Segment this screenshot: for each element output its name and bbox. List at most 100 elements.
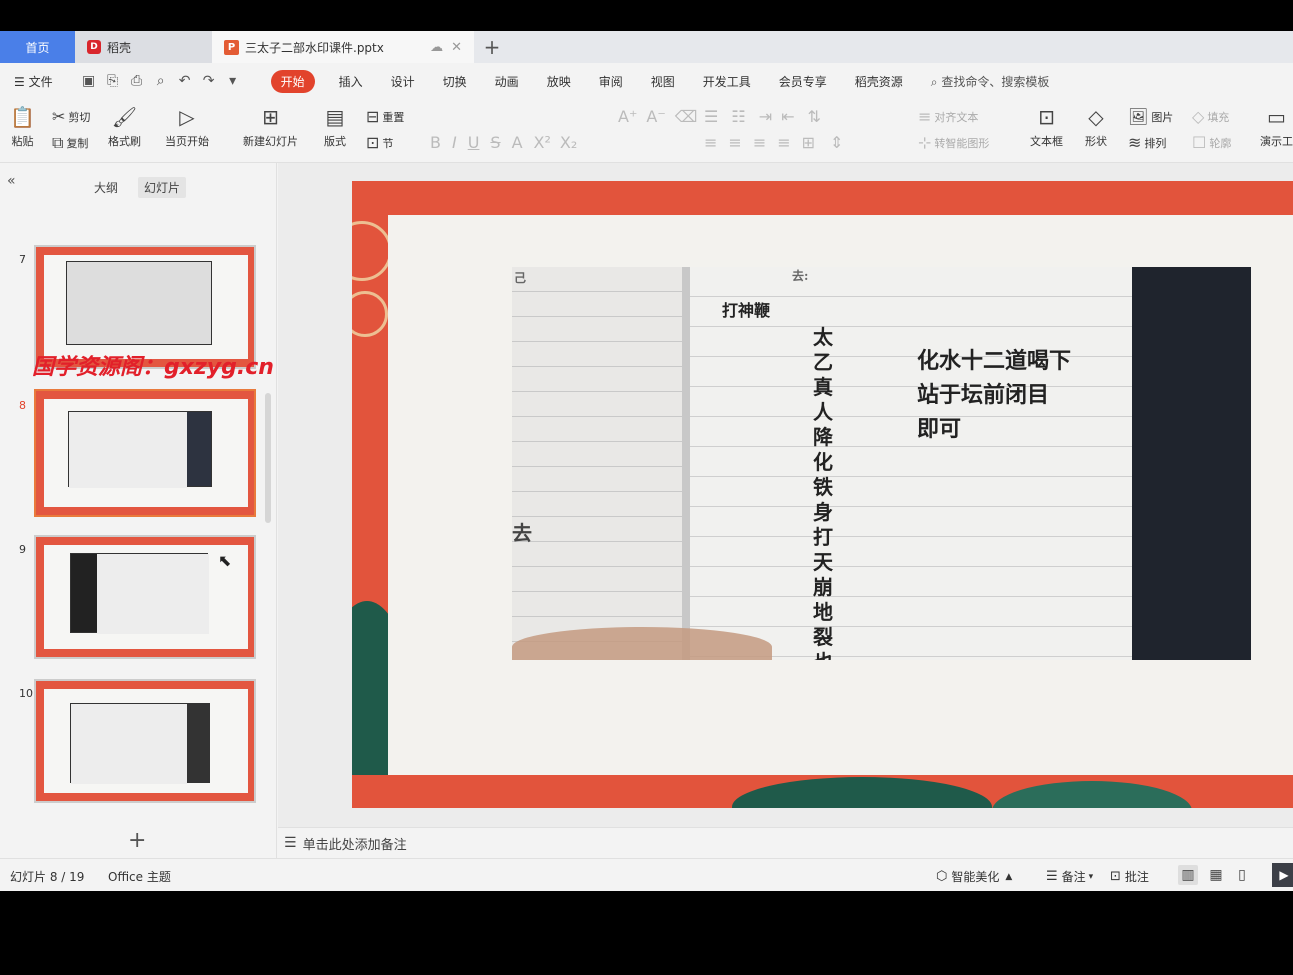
italic-icon[interactable]: I (452, 133, 457, 152)
textbox-label: 文本框 (1030, 135, 1063, 148)
menu-item-animation[interactable]: 动画 (495, 73, 519, 90)
text-direction-icon[interactable]: ⇅ (808, 107, 821, 126)
align-text-label: 对齐文本 (934, 110, 979, 124)
fill-button[interactable]: ◇ 填充 (1192, 107, 1229, 126)
notebook-photo[interactable]: 去: 己 打神鞭 太乙真人降化铁身打天崩地裂也罡 化水十二道喝下 站于坛前闭目 … (512, 267, 1251, 660)
layers-icon: ≋ (1128, 133, 1142, 152)
subscript-icon[interactable]: X₂ (560, 133, 577, 152)
save-icon[interactable]: ▣ (81, 73, 97, 89)
slide-editing-area[interactable]: 去: 己 打神鞭 太乙真人降化铁身打天崩地裂也罡 化水十二道喝下 站于坛前闭目 … (278, 163, 1293, 827)
indent-icon[interactable]: ⇥ (759, 107, 772, 126)
cut-label: 剪切 (68, 110, 91, 124)
daoke-logo-icon: D (87, 40, 101, 54)
paste-label: 粘贴 (11, 135, 34, 148)
normal-view-icon[interactable]: ▥ (1178, 865, 1198, 885)
smart-beautify-button[interactable]: ⬡ 智能美化 ▲ (936, 868, 1012, 885)
shape-button[interactable]: ◇ 形状 (1085, 105, 1107, 149)
outdent-icon[interactable]: ⇤ (781, 107, 794, 126)
command-search[interactable]: ⌕ 查找命令、搜索模板 (931, 73, 1050, 90)
textbox-button[interactable]: ⊡ 文本框 (1030, 105, 1063, 149)
cloud-sync-icon[interactable]: ☁ (430, 40, 443, 55)
thumbnail-scrollbar[interactable] (265, 393, 271, 523)
close-icon[interactable]: ✕ (451, 40, 462, 55)
notes-toggle-button[interactable]: ☰ 备注 ▾ (1046, 868, 1093, 885)
handwriting-title: 打神鞭 (722, 301, 771, 320)
strikethrough-icon[interactable]: S (490, 133, 500, 152)
menu-item-member[interactable]: 会员专享 (779, 73, 827, 90)
search-icon: ⌕ (930, 74, 938, 89)
distribute-icon[interactable]: ⊞ (802, 133, 815, 152)
bold-icon[interactable]: B (430, 133, 441, 152)
eraser-icon[interactable]: ⌫ (675, 107, 698, 126)
align-right-icon[interactable]: ≡ (753, 133, 766, 152)
reset-button[interactable]: ⊟ 重置 (366, 107, 404, 126)
arrange-button[interactable]: ≋ 排列 (1128, 133, 1166, 152)
reading-view-icon[interactable]: ▯ (1232, 865, 1252, 885)
menu-item-insert[interactable]: 插入 (339, 73, 363, 90)
justify-icon[interactable]: ≡ (777, 133, 790, 152)
notebook-right-page (686, 267, 1136, 660)
align-center-icon[interactable]: ≡ (728, 133, 741, 152)
undo-icon[interactable]: ↶ (177, 73, 193, 89)
redo-icon[interactable]: ↷ (201, 73, 217, 89)
print-icon[interactable]: ⎙ (129, 73, 145, 89)
slide-position: 幻灯片 8 / 19 (10, 870, 85, 884)
print-preview-icon[interactable]: ⌕ (153, 73, 169, 89)
comments-button[interactable]: ⊡ 批注 (1110, 868, 1149, 885)
outline-button[interactable]: ☐ 轮廓 (1192, 133, 1231, 152)
chevron-down-icon[interactable]: ▾ (225, 73, 241, 89)
play-circle-icon: ▷ (179, 105, 195, 129)
font-color-icon[interactable]: A (512, 133, 523, 152)
picture-button[interactable]: 🖼 图片 (1128, 107, 1173, 126)
layout-button[interactable]: ▤ 版式 (324, 105, 346, 149)
align-text-button[interactable]: ≡ 对齐文本 (918, 107, 978, 126)
menu-item-design[interactable]: 设计 (391, 73, 415, 90)
notes-bar[interactable]: ☰ 单击此处添加备注 (278, 827, 1293, 858)
slide-thumbnail-10[interactable] (34, 679, 256, 803)
menu-item-developer[interactable]: 开发工具 (703, 73, 751, 90)
menu-item-daoke-resources[interactable]: 稻壳资源 (855, 73, 903, 90)
smart-graphic-button[interactable]: ⊹ 转智能图形 (918, 133, 989, 152)
menu-item-home[interactable]: 开始 (270, 69, 315, 93)
new-slide-button[interactable]: ⊞ 新建幻灯片 (243, 105, 298, 149)
tab-home[interactable]: 首页 (0, 31, 75, 63)
fill-bucket-icon: ◇ (1192, 107, 1205, 126)
format-painter-button[interactable]: 🖌 格式刷 (108, 105, 141, 149)
cut-button[interactable]: ✂ 剪切 (52, 107, 90, 126)
line-spacing-icon[interactable]: ⇕ (830, 133, 843, 152)
tab-outline[interactable]: 大纲 (88, 177, 124, 198)
bullet-list-icon[interactable]: ☰ (704, 107, 718, 126)
collapse-panel-icon[interactable]: « (7, 173, 16, 189)
paste-button[interactable]: 📋 粘贴 (10, 105, 35, 149)
numbered-list-icon[interactable]: ☷ (731, 107, 745, 126)
tab-document[interactable]: P 三太子二部水印课件.pptx ☁ ✕ (212, 31, 474, 63)
menu-item-view[interactable]: 视图 (651, 73, 675, 90)
file-menu[interactable]: ☰ 文件 (14, 73, 53, 90)
superscript-icon[interactable]: X² (534, 133, 551, 152)
beautify-icon: ⬡ (936, 869, 948, 884)
new-tab-button[interactable]: + (474, 31, 510, 63)
add-slide-button[interactable]: + (128, 828, 146, 853)
menu-item-transition[interactable]: 切换 (443, 73, 467, 90)
thumbnail-list[interactable]: 7 8 9 10 (0, 207, 262, 818)
paragraph-align-buttons: ≡ ≡ ≡ ≡ ⊞ ⇕ (704, 133, 846, 152)
present-tools-button[interactable]: ▭ 演示工 (1260, 105, 1293, 149)
handwriting-line: 化水十二道喝下 (917, 348, 1072, 374)
section-button[interactable]: ⊡ 节 (366, 133, 393, 152)
align-left-icon[interactable]: ≡ (704, 133, 717, 152)
decrease-font-icon[interactable]: A⁻ (646, 107, 665, 126)
increase-font-icon[interactable]: A⁺ (618, 107, 637, 126)
export-icon[interactable]: ⎘ (105, 73, 121, 89)
menu-item-review[interactable]: 审阅 (599, 73, 623, 90)
tab-slides[interactable]: 幻灯片 (138, 177, 187, 198)
underline-icon[interactable]: U (468, 133, 480, 152)
play-slideshow-icon[interactable]: ▶ (1272, 863, 1293, 887)
slide-sorter-icon[interactable]: ▦ (1206, 865, 1226, 885)
tab-daoke[interactable]: D 稻壳 (75, 31, 212, 63)
menu-item-slideshow[interactable]: 放映 (547, 73, 571, 90)
current-slide[interactable]: 去: 己 打神鞭 太乙真人降化铁身打天崩地裂也罡 化水十二道喝下 站于坛前闭目 … (352, 181, 1293, 808)
play-from-current-button[interactable]: ▷ 当页开始 (165, 105, 209, 149)
slide-thumbnail-8[interactable] (34, 389, 256, 517)
copy-button[interactable]: ⧉ 复制 (52, 133, 88, 153)
theme-name: Office 主题 (108, 870, 171, 884)
